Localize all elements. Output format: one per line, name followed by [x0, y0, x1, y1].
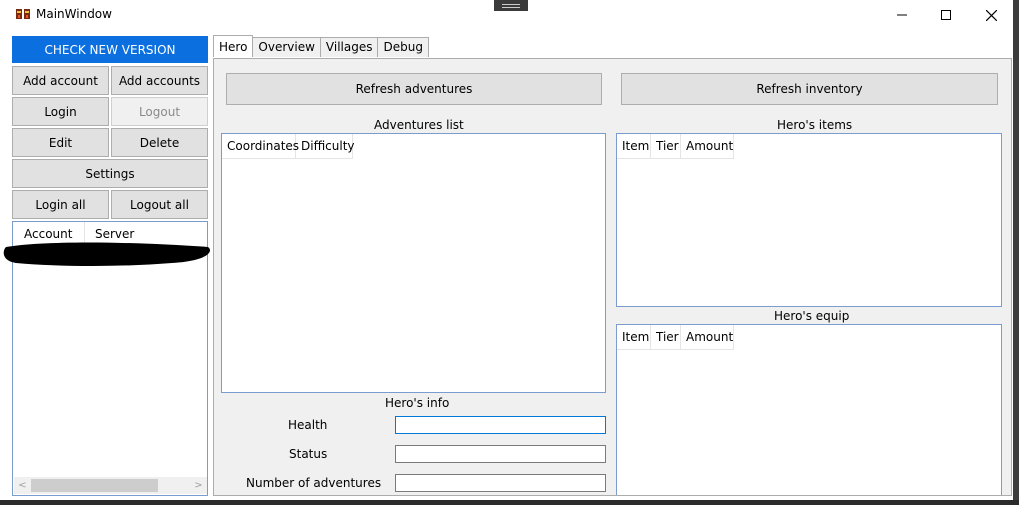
window-title: MainWindow: [36, 7, 112, 21]
app-icon: [16, 9, 30, 19]
add-account-button[interactable]: Add account: [12, 66, 109, 95]
status-field[interactable]: [395, 445, 606, 463]
tab-strip: Hero Overview Villages Debug: [213, 35, 429, 58]
add-accounts-button[interactable]: Add accounts: [111, 66, 208, 95]
refresh-inventory-button[interactable]: Refresh inventory: [621, 73, 998, 105]
background-window-edge: [1013, 0, 1019, 505]
adventures-list-title: Adventures list: [374, 118, 464, 132]
main-window: MainWindow CHECK NEW VERSION Add account…: [0, 0, 1013, 500]
settings-button[interactable]: Settings: [12, 159, 208, 188]
health-label: Health: [288, 418, 328, 432]
tab-debug[interactable]: Debug: [377, 37, 429, 57]
tab-overview[interactable]: Overview: [252, 37, 321, 57]
background-taskbar-edge: [0, 500, 1019, 505]
column-header-amount[interactable]: Amount: [681, 325, 734, 349]
scroll-left-icon[interactable]: <: [14, 478, 31, 493]
number-of-adventures-field[interactable]: [395, 474, 606, 492]
heros-equip-header: Item Tier Amount: [617, 325, 734, 350]
edit-button[interactable]: Edit: [12, 128, 109, 157]
heros-info-title: Hero's info: [385, 396, 450, 410]
number-of-adventures-label: Number of adventures: [246, 476, 382, 490]
logout-all-button[interactable]: Logout all: [111, 190, 208, 219]
heros-items-header: Item Tier Amount: [617, 134, 734, 159]
delete-button[interactable]: Delete: [111, 128, 208, 157]
tab-villages[interactable]: Villages: [319, 37, 379, 57]
scroll-right-icon[interactable]: >: [190, 478, 207, 493]
check-new-version-button[interactable]: CHECK NEW VERSION: [12, 36, 208, 63]
logout-button[interactable]: Logout: [111, 97, 208, 126]
column-header-difficulty[interactable]: Difficulty: [296, 134, 355, 158]
column-header-coordinates[interactable]: Coordinates: [222, 134, 299, 158]
column-header-item[interactable]: Item: [617, 325, 651, 349]
tab-hero[interactable]: Hero: [213, 35, 254, 57]
minimize-button[interactable]: [879, 0, 925, 30]
column-header-tier[interactable]: Tier: [651, 134, 681, 158]
heros-equip-list[interactable]: Item Tier Amount: [616, 324, 1002, 495]
redaction-mark: [3, 242, 211, 266]
adventures-list[interactable]: Coordinates Difficulty: [221, 133, 606, 393]
refresh-adventures-button[interactable]: Refresh adventures: [226, 73, 602, 105]
hero-tab-panel: Refresh adventures Refresh inventory Adv…: [213, 58, 1012, 496]
adventures-list-header: Coordinates Difficulty: [222, 134, 355, 159]
horizontal-scrollbar[interactable]: < >: [14, 477, 207, 494]
maximize-icon: [941, 10, 951, 20]
close-button[interactable]: [968, 0, 1014, 30]
column-header-item[interactable]: Item: [617, 134, 651, 158]
heros-items-list[interactable]: Item Tier Amount: [616, 133, 1002, 307]
close-icon: [985, 9, 997, 21]
login-button[interactable]: Login: [12, 97, 109, 126]
status-label: Status: [289, 447, 328, 461]
column-header-tier[interactable]: Tier: [651, 325, 681, 349]
minimize-icon: [897, 14, 907, 16]
scroll-thumb[interactable]: [31, 479, 158, 492]
health-field[interactable]: [395, 416, 606, 434]
login-all-button[interactable]: Login all: [12, 190, 109, 219]
column-header-amount[interactable]: Amount: [681, 134, 734, 158]
heros-items-title: Hero's items: [777, 118, 853, 132]
heros-equip-title: Hero's equip: [774, 309, 850, 323]
title-bar[interactable]: MainWindow: [0, 0, 1013, 30]
drag-handle[interactable]: [494, 0, 528, 11]
maximize-button[interactable]: [923, 0, 969, 30]
